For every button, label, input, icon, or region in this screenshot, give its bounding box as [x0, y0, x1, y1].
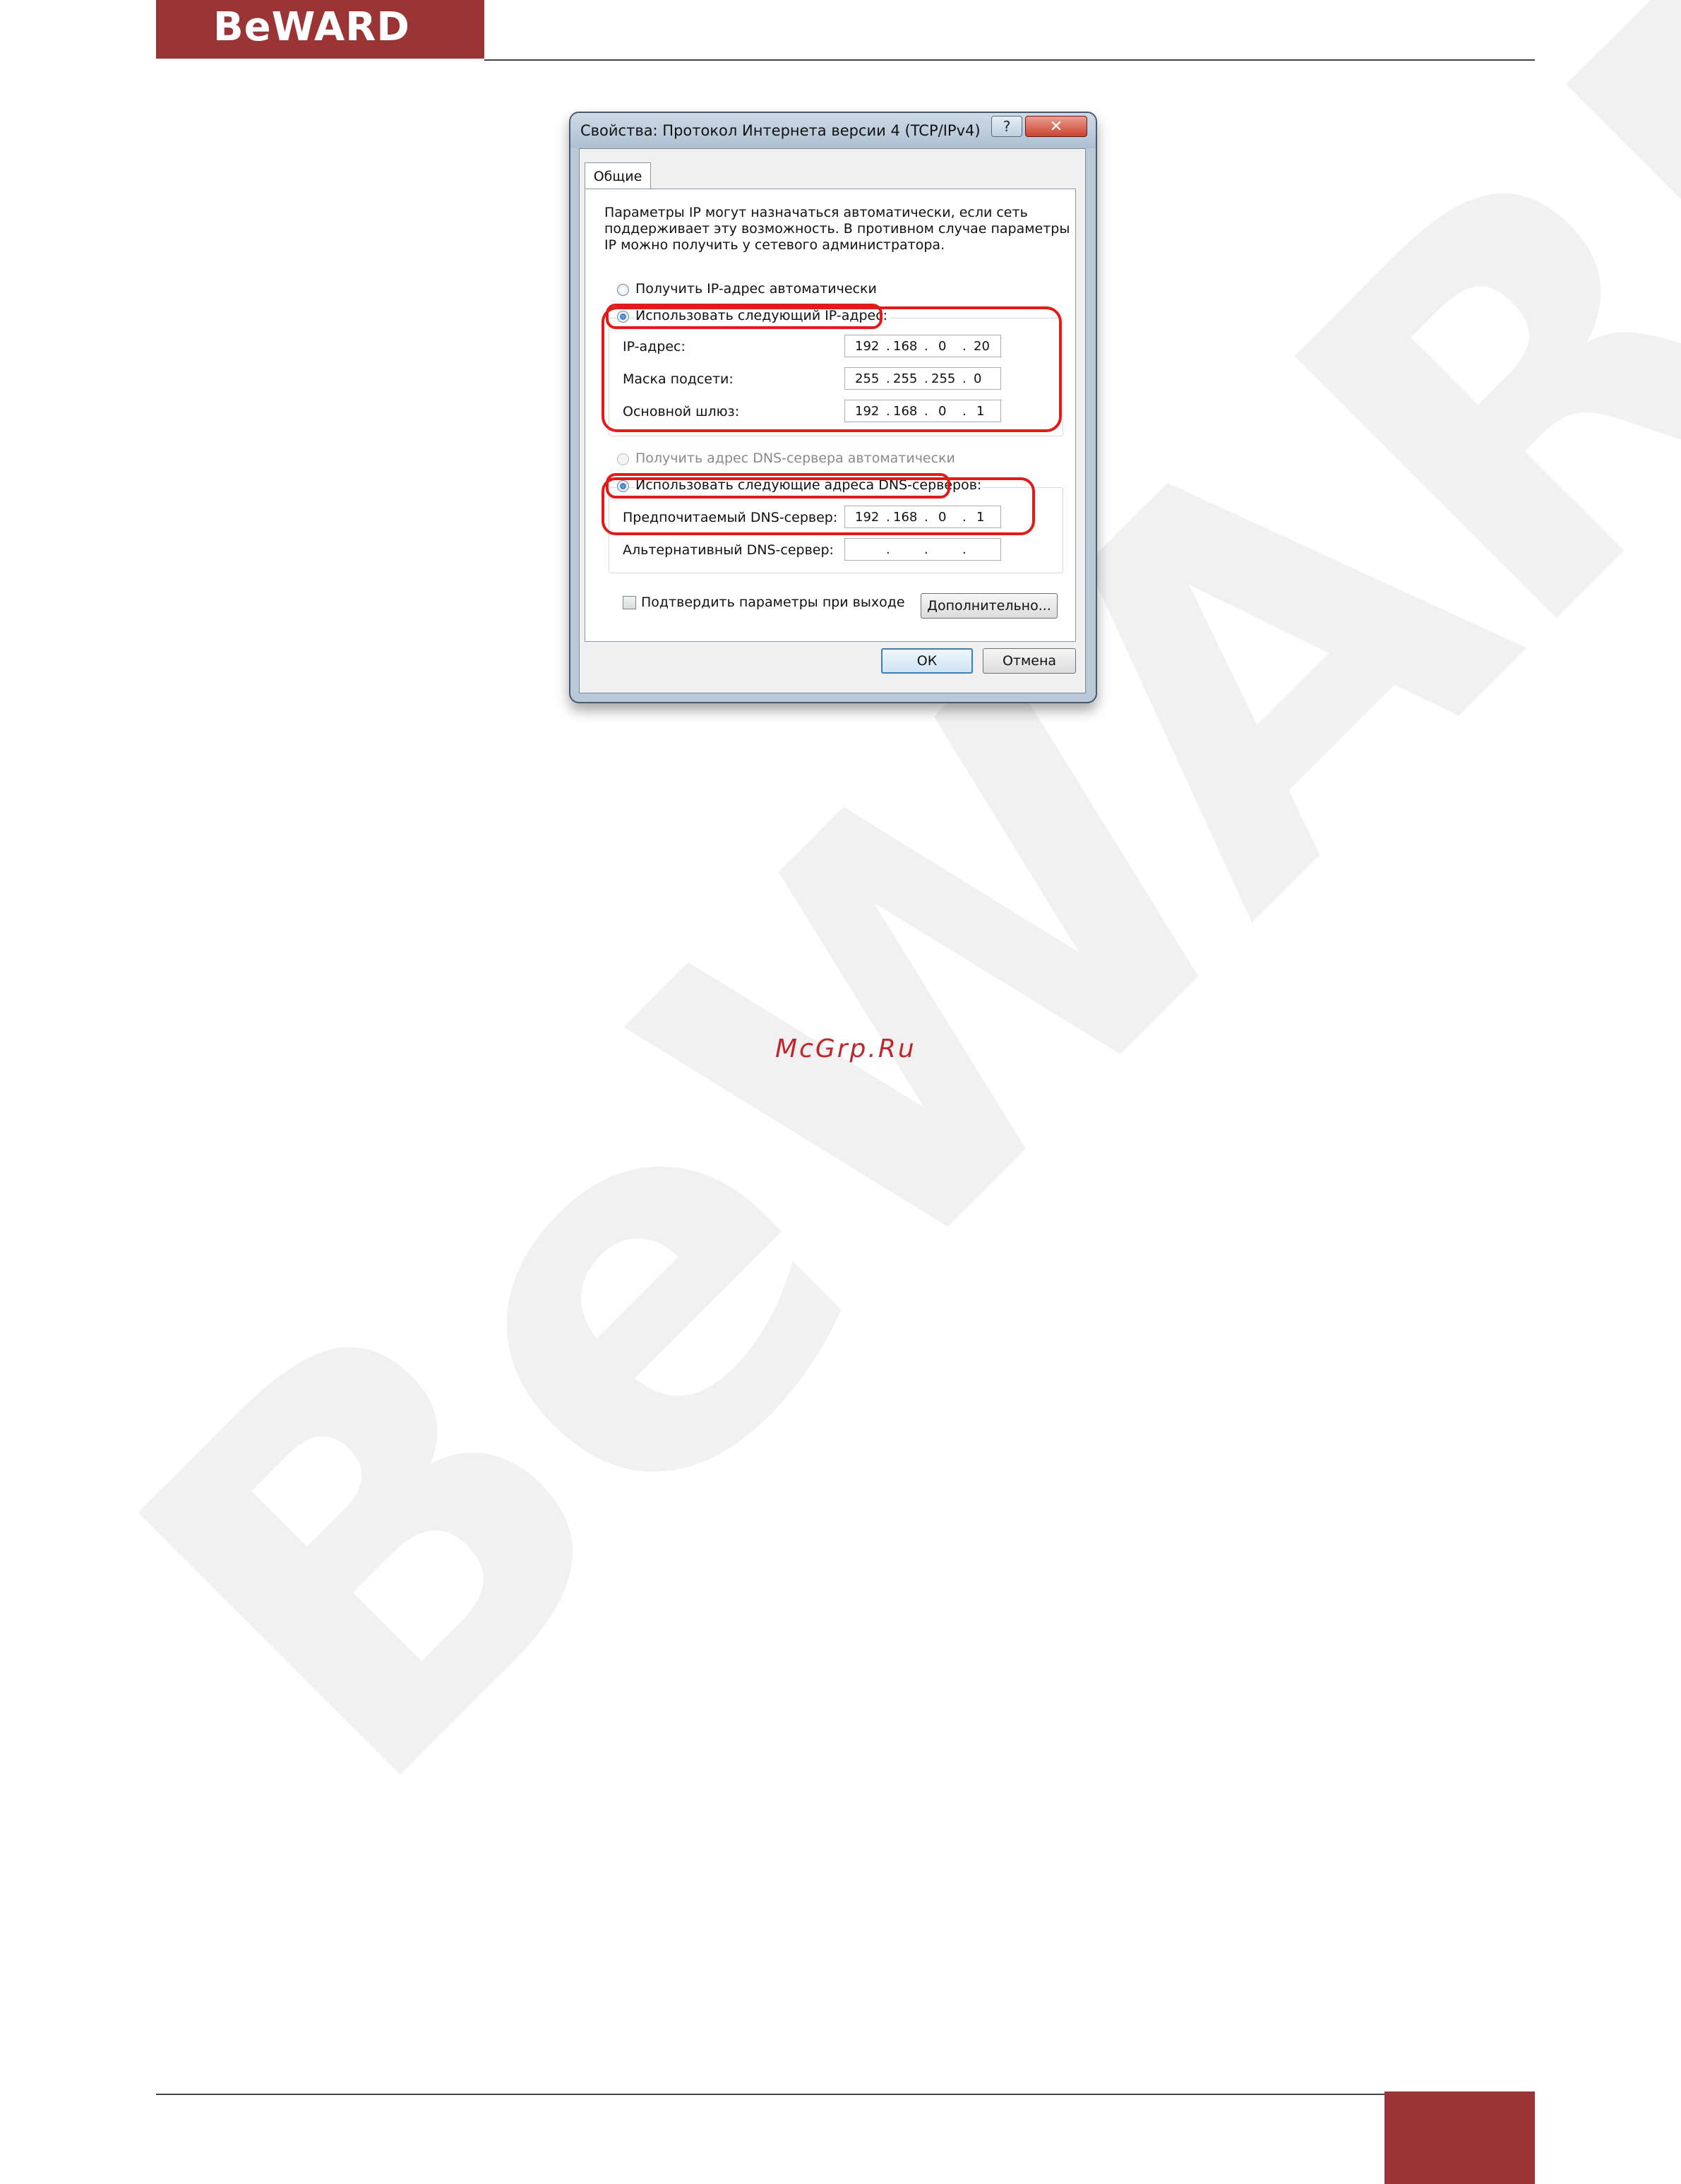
- tab-general[interactable]: Общие: [585, 162, 651, 189]
- header-divider: [484, 59, 1535, 61]
- footer-brand-block: [1384, 2091, 1535, 2184]
- annotation-preferred-dns-mark: [602, 477, 1035, 535]
- help-button[interactable]: ?: [991, 116, 1022, 137]
- advanced-button[interactable]: Дополнительно...: [921, 593, 1058, 619]
- ip-auto-label[interactable]: Получить IP-адрес автоматически: [635, 281, 877, 297]
- description-line-1: Параметры IP могут назначаться автоматич…: [604, 205, 1028, 220]
- confirm-on-exit-label[interactable]: Подтвердить параметры при выходе: [641, 595, 905, 610]
- alternate-dns-field[interactable]: . . .: [844, 538, 1001, 561]
- ip-auto-radio[interactable]: [617, 284, 629, 296]
- description-line-3: IP можно получить у сетевого администрат…: [604, 237, 945, 253]
- tcpip-properties-dialog: Свойства: Протокол Интернета версии 4 (T…: [569, 112, 1097, 703]
- dialog-title: Свойства: Протокол Интернета версии 4 (T…: [580, 122, 981, 139]
- dns-auto-label[interactable]: Получить адрес DNS-сервера автоматически: [635, 450, 955, 466]
- beward-logo: BeWARD: [213, 4, 410, 50]
- site-watermark: McGrp.Ru: [775, 1034, 916, 1063]
- ok-button[interactable]: ОК: [881, 648, 973, 674]
- dialog-titlebar[interactable]: Свойства: Протокол Интернета версии 4 (T…: [570, 113, 1096, 148]
- annotation-ip-group-mark: [602, 306, 1062, 432]
- description-line-2: поддерживает эту возможность. В противно…: [604, 221, 1070, 237]
- alternate-dns-label: Альтернативный DNS-сервер:: [623, 542, 834, 558]
- close-button[interactable]: ✕: [1025, 116, 1087, 137]
- footer-divider: [156, 2094, 1384, 2095]
- dns-auto-radio[interactable]: [617, 453, 629, 465]
- confirm-on-exit-checkbox[interactable]: [623, 596, 636, 609]
- cancel-button[interactable]: Отмена: [983, 648, 1076, 674]
